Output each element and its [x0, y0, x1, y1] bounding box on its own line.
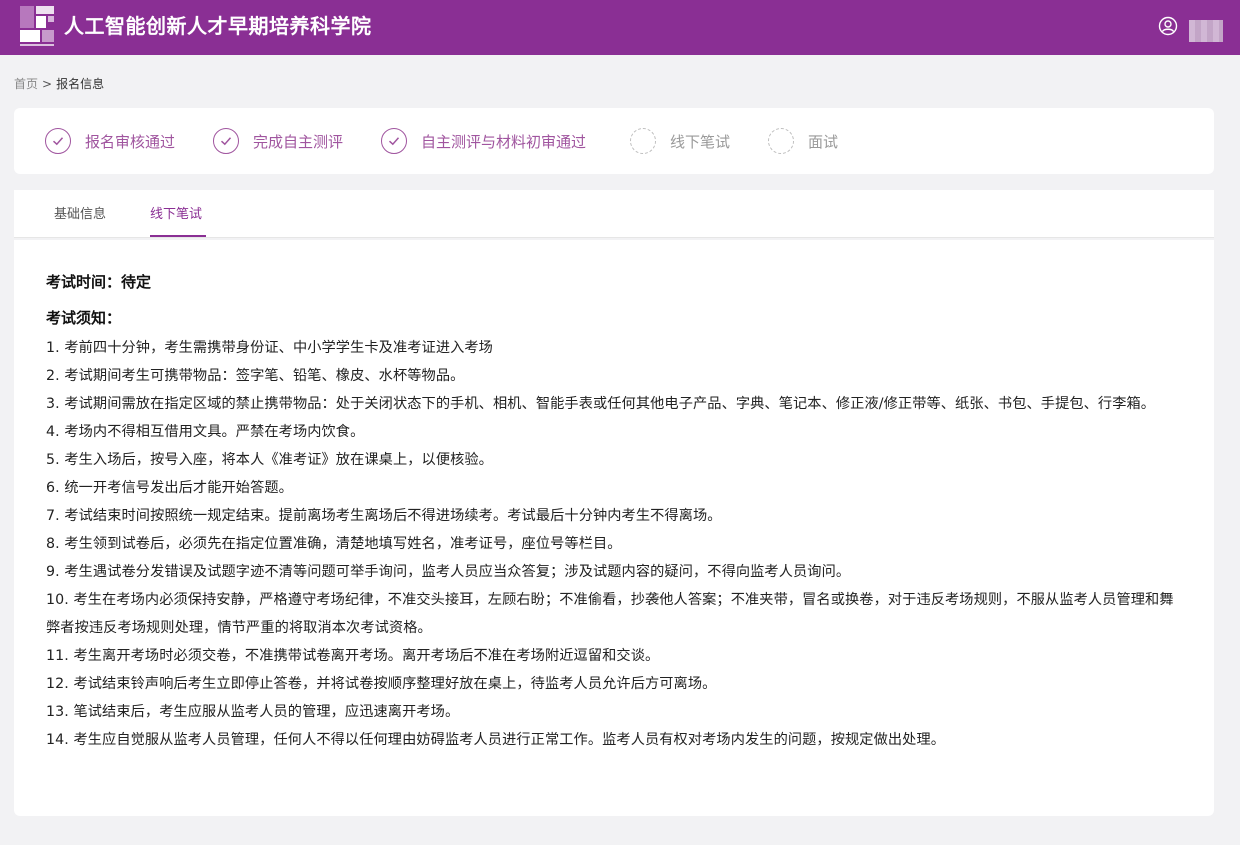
rule-item: 8. 考生领到试卷后，必须先在指定位置准确，清楚地填写姓名，准考证号，座位号等栏… — [46, 536, 622, 552]
site-title: 人工智能创新人才早期培养科学院 — [64, 14, 372, 38]
step-registration-approved: 报名审核通过 — [45, 127, 175, 155]
breadcrumb: 首页 > 报名信息 — [14, 76, 104, 92]
user-name-blurred[interactable] — [1189, 20, 1223, 42]
check-circle-icon — [381, 128, 407, 154]
rule-item: 6. 统一开考信号发出后才能开始答题。 — [46, 480, 293, 496]
step-label: 完成自主测评 — [253, 132, 344, 151]
breadcrumb-home-link[interactable]: 首页 — [14, 77, 38, 91]
rule-item: 7. 考试结束时间按照统一规定结束。提前离场考生离场后不得进场续考。考试最后十分… — [46, 508, 722, 524]
pending-circle-icon — [630, 128, 656, 154]
user-circle-icon[interactable] — [1158, 16, 1178, 36]
check-circle-icon — [213, 128, 239, 154]
rule-item: 12. 考试结束铃声响后考生立即停止答卷，并将试卷按顺序整理好放在桌上，待监考人… — [46, 676, 717, 692]
tab-bar: 基础信息 线下笔试 — [14, 190, 1214, 238]
rule-item: 2. 考试期间考生可携带物品：签字笔、铅笔、橡皮、水杯等物品。 — [46, 368, 465, 384]
exam-rules-list: 1. 考前四十分钟，考生需携带身份证、中小学学生卡及准考证进入考场 2. 考试期… — [46, 334, 1182, 754]
progress-steps: 报名审核通过 完成自主测评 自主测评与材料初审通过 线下笔试 面试 — [14, 108, 1214, 174]
rule-item: 11. 考生离开考场时必须交卷，不准携带试卷离开考场。离开考场后不准在考场附近逗… — [46, 648, 660, 664]
check-circle-icon — [45, 128, 71, 154]
rule-item: 4. 考场内不得相互借用文具。严禁在考场内饮食。 — [46, 424, 365, 440]
exam-info-panel: 考试时间：待定 考试须知： 1. 考前四十分钟，考生需携带身份证、中小学学生卡及… — [14, 240, 1214, 816]
tab-written-exam[interactable]: 线下笔试 — [150, 207, 202, 223]
step-written-exam: 线下笔试 — [630, 127, 730, 155]
academy-logo-icon[interactable] — [18, 4, 56, 50]
step-label: 线下笔试 — [670, 132, 731, 151]
rule-item: 9. 考生遇试卷分发错误及试题字迹不清等问题可举手询问，监考人员应当众答复；涉及… — [46, 564, 851, 580]
rule-item: 1. 考前四十分钟，考生需携带身份证、中小学学生卡及准考证进入考场 — [46, 340, 493, 356]
active-tab-indicator — [150, 235, 206, 237]
step-label: 报名审核通过 — [85, 132, 176, 151]
breadcrumb-current: 报名信息 — [56, 77, 105, 91]
rule-item: 13. 笔试结束后，考生应服从监考人员的管理，应迅速离开考场。 — [46, 704, 460, 720]
step-self-assessment: 完成自主测评 — [213, 127, 343, 155]
step-interview: 面试 — [768, 127, 838, 155]
top-header: 人工智能创新人才早期培养科学院 — [0, 0, 1240, 55]
step-label: 面试 — [808, 132, 839, 151]
rule-item: 10. 考生在考场内必须保持安静，严格遵守考场纪律，不准交头接耳，左顾右盼；不准… — [46, 592, 1174, 636]
step-label: 自主测评与材料初审通过 — [421, 132, 587, 151]
breadcrumb-separator: > — [42, 77, 53, 91]
rule-item: 14. 考生应自觉服从监考人员管理，任何人不得以任何理由妨碍监考人员进行正常工作… — [46, 732, 946, 748]
step-materials-approved: 自主测评与材料初审通过 — [381, 127, 586, 155]
notice-title: 考试须知： — [46, 309, 122, 327]
rule-item: 3. 考试期间需放在指定区域的禁止携带物品：处于关闭状态下的手机、相机、智能手表… — [46, 396, 1156, 412]
exam-time: 考试时间：待定 — [46, 273, 152, 291]
rule-item: 5. 考生入场后，按号入座，将本人《准考证》放在课桌上，以便核验。 — [46, 452, 493, 468]
pending-circle-icon — [768, 128, 794, 154]
tab-basic-info[interactable]: 基础信息 — [54, 207, 106, 223]
